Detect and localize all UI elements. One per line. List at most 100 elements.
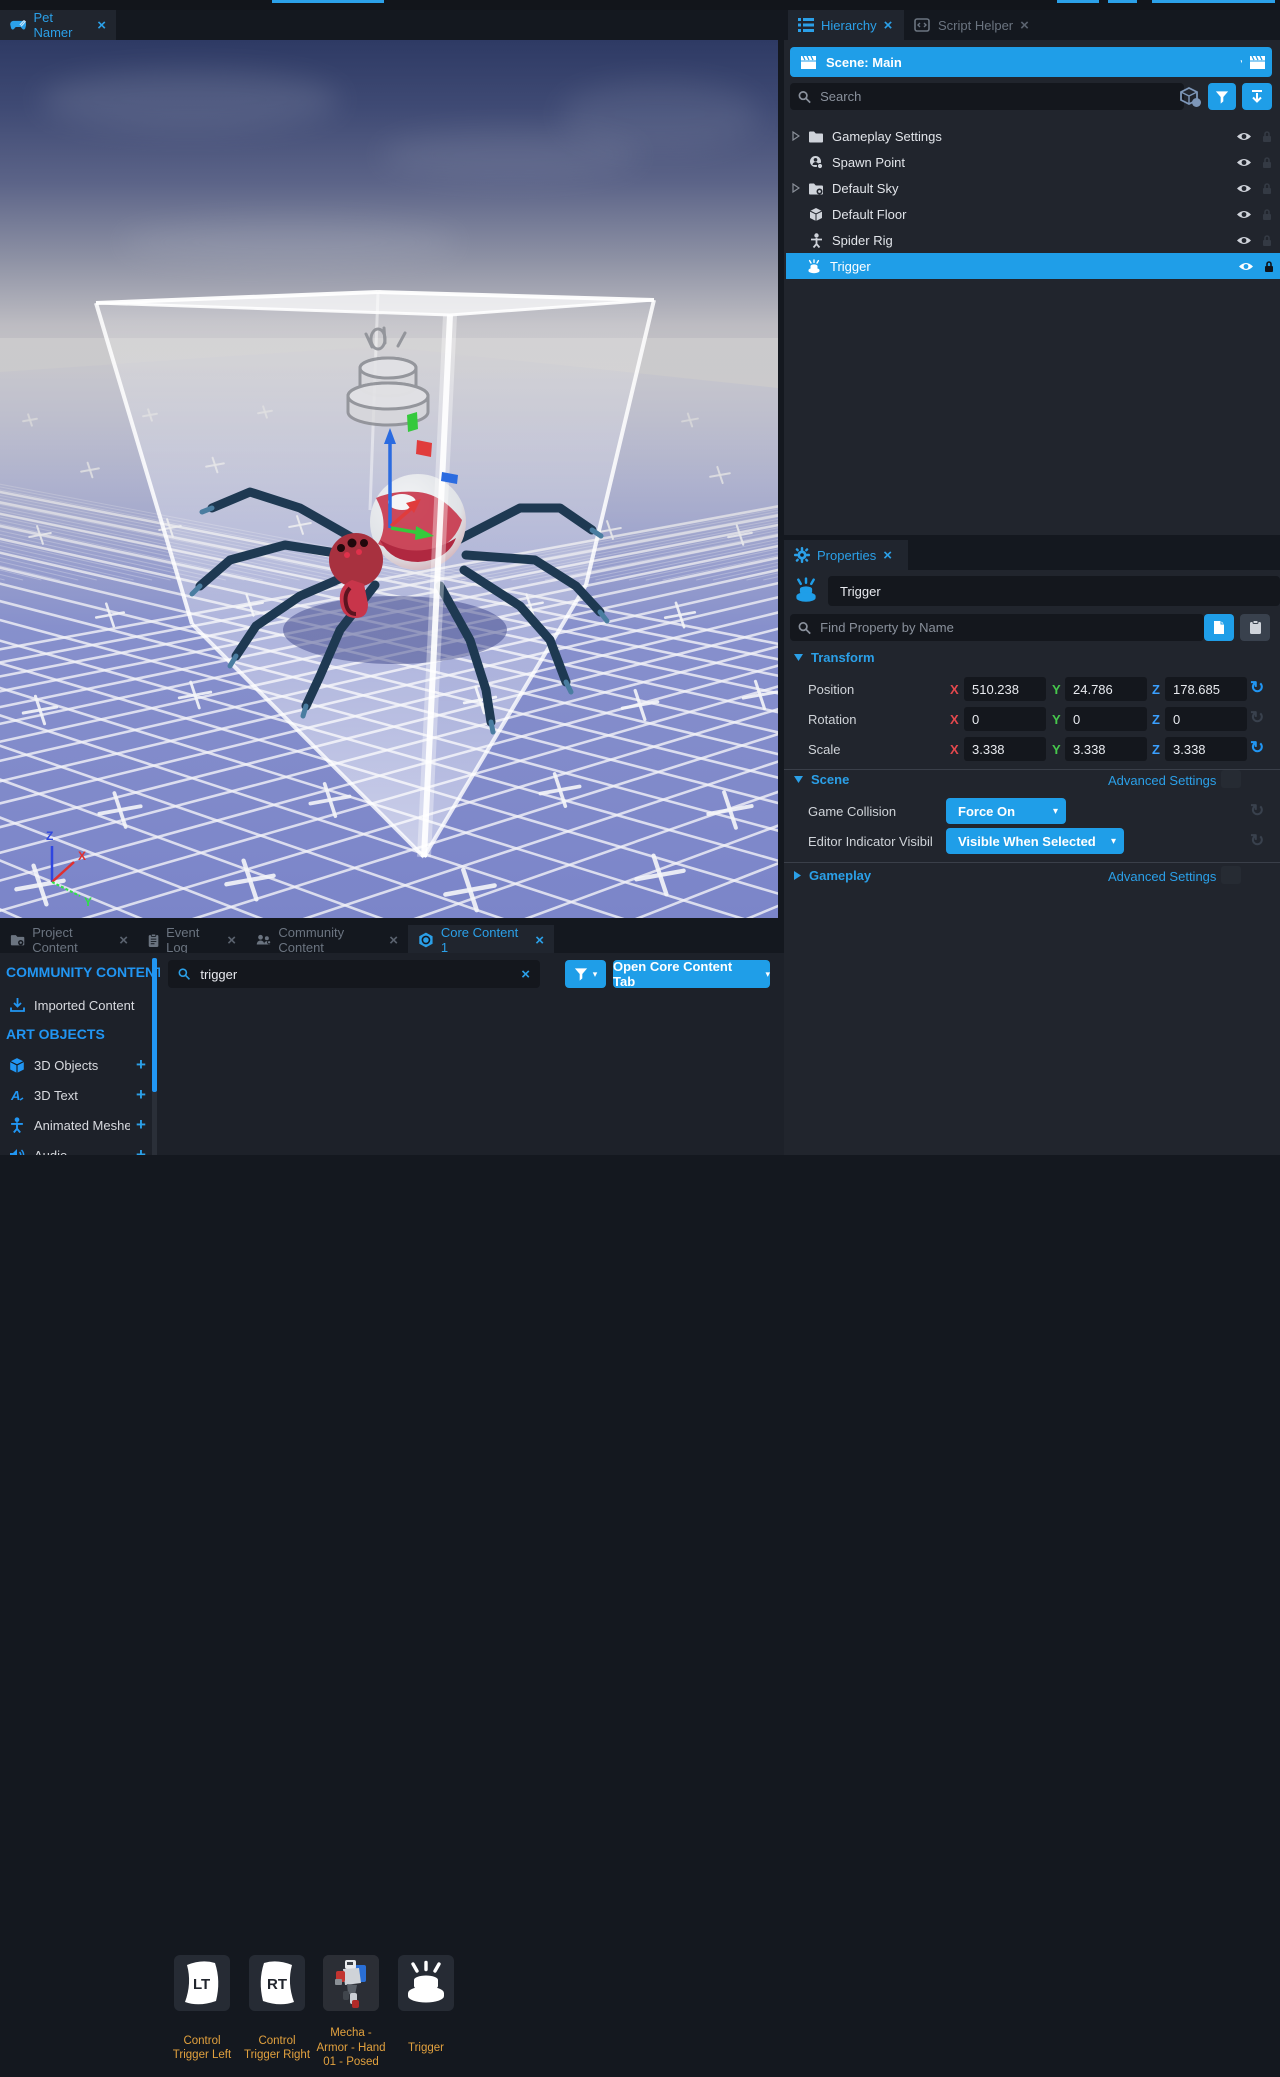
- position-y-field[interactable]: [1065, 677, 1147, 701]
- eye-icon[interactable]: [1234, 261, 1258, 272]
- tree-row-trigger[interactable]: Trigger: [786, 253, 1280, 279]
- sidebar-scrollbar[interactable]: [152, 958, 157, 1092]
- content-filter-button[interactable]: ▾: [565, 960, 606, 988]
- new-scene-button[interactable]: [1242, 47, 1272, 77]
- close-icon[interactable]: ×: [227, 933, 236, 948]
- paste-properties-button[interactable]: [1240, 614, 1270, 641]
- sidebar-item-3d-objects[interactable]: 3D Objects +: [0, 1051, 152, 1079]
- tab-event-log[interactable]: Event Log ×: [138, 925, 246, 955]
- position-z-field[interactable]: [1165, 677, 1247, 701]
- add-icon[interactable]: +: [130, 1055, 152, 1075]
- copy-properties-button[interactable]: [1204, 614, 1234, 641]
- scale-z-field[interactable]: [1165, 737, 1247, 761]
- reset-scale-button[interactable]: ↺: [1250, 738, 1264, 758]
- expand-arrow-icon[interactable]: [788, 131, 804, 141]
- filter-button[interactable]: [1208, 83, 1236, 110]
- add-icon[interactable]: +: [130, 1085, 152, 1105]
- find-property-search[interactable]: [790, 614, 1204, 641]
- tab-properties[interactable]: Properties ×: [784, 540, 908, 570]
- sidebar-item-3d-text[interactable]: A 3D Text +: [0, 1081, 152, 1109]
- sidebar-item-animated-meshes[interactable]: Animated Meshes +: [0, 1111, 152, 1139]
- eye-icon[interactable]: [1232, 209, 1256, 220]
- gear-icon: [794, 547, 810, 563]
- tab-project-content[interactable]: Project Content ×: [0, 925, 138, 955]
- expand-arrow-icon[interactable]: [788, 183, 804, 193]
- tab-label: Properties: [817, 548, 876, 563]
- lock-icon[interactable]: [1256, 156, 1278, 169]
- editor-indicator-dropdown[interactable]: Visible When Selected ▾: [946, 828, 1124, 854]
- sidebar-item-audio[interactable]: Audio +: [0, 1141, 152, 1155]
- core-hexagon-icon: [418, 932, 434, 948]
- scale-y-field[interactable]: [1065, 737, 1147, 761]
- rotation-y-field[interactable]: [1065, 707, 1147, 731]
- tab-community-content[interactable]: Community Content ×: [246, 925, 408, 955]
- lock-icon[interactable]: [1256, 182, 1278, 195]
- hierarchy-search-input[interactable]: [818, 88, 1176, 105]
- close-icon[interactable]: ×: [883, 548, 892, 563]
- add-icon[interactable]: +: [130, 1145, 152, 1155]
- scene-section-header[interactable]: Scene: [794, 772, 849, 787]
- tab-script-helper[interactable]: Script Helper ×: [904, 10, 1042, 40]
- tree-row-spawn-point[interactable]: Spawn Point: [788, 149, 1278, 175]
- tree-row-default-sky[interactable]: Default Sky: [788, 175, 1278, 201]
- tree-row-default-floor[interactable]: Default Floor: [788, 201, 1278, 227]
- asset-card-trigger[interactable]: [398, 1955, 454, 2011]
- clear-search-icon[interactable]: ×: [521, 966, 530, 983]
- lock-icon[interactable]: [1258, 260, 1280, 273]
- lock-icon[interactable]: [1256, 208, 1278, 221]
- tree-row-spider-rig[interactable]: Spider Rig: [788, 227, 1278, 253]
- eye-icon[interactable]: [1232, 183, 1256, 194]
- caret-down-icon: [794, 654, 803, 661]
- reset-rotation-button[interactable]: ↺: [1250, 708, 1264, 728]
- scene-dropdown[interactable]: Scene: Main ▾: [790, 47, 1256, 77]
- sidebar-item-imported-content[interactable]: Imported Content: [0, 991, 152, 1019]
- advanced-settings-checkbox[interactable]: [1221, 866, 1241, 884]
- tab-core-content[interactable]: Core Content 1 ×: [408, 925, 554, 955]
- add-icon[interactable]: +: [130, 1115, 152, 1135]
- scale-label: Scale: [808, 742, 841, 757]
- scene-viewport[interactable]: Z X Y: [0, 40, 778, 918]
- close-icon[interactable]: ×: [1020, 18, 1029, 33]
- scale-x-field[interactable]: [964, 737, 1046, 761]
- content-search-input[interactable]: [198, 966, 513, 983]
- content-search[interactable]: ×: [168, 960, 540, 988]
- object-name-field[interactable]: [828, 576, 1280, 606]
- find-property-input[interactable]: [818, 619, 1196, 636]
- gameplay-section-header[interactable]: Gameplay: [794, 868, 871, 883]
- asset-card-control-trigger-left[interactable]: LT: [174, 1955, 230, 2011]
- sidebar-section-art-objects: ART OBJECTS: [6, 1026, 105, 1042]
- asset-card-mecha-armor[interactable]: [323, 1955, 379, 2011]
- tab-pet-namer[interactable]: Pet Namer ×: [0, 10, 116, 40]
- lock-icon[interactable]: [1256, 130, 1278, 143]
- rotation-z-field[interactable]: [1165, 707, 1247, 731]
- close-icon[interactable]: ×: [97, 18, 106, 33]
- close-icon[interactable]: ×: [535, 933, 544, 948]
- tree-row-gameplay-settings[interactable]: Gameplay Settings: [788, 123, 1278, 149]
- open-core-content-button[interactable]: Open Core Content Tab ▾: [613, 960, 770, 988]
- tab-hierarchy[interactable]: Hierarchy ×: [788, 10, 904, 40]
- clipboard-icon: [1249, 620, 1262, 635]
- close-icon[interactable]: ×: [884, 18, 893, 33]
- sidebar-scrollbar-track[interactable]: [152, 1092, 157, 1155]
- audio-icon: [0, 1148, 34, 1155]
- folder-network-icon: [804, 182, 828, 195]
- group-select-icon[interactable]: [1178, 86, 1202, 113]
- reset-game-collision-button[interactable]: ↺: [1250, 801, 1264, 821]
- reset-editor-indicator-button[interactable]: ↺: [1250, 831, 1264, 851]
- eye-icon[interactable]: [1232, 157, 1256, 168]
- position-x-field[interactable]: [964, 677, 1046, 701]
- reset-position-button[interactable]: ↺: [1250, 678, 1264, 698]
- hierarchy-search[interactable]: [790, 83, 1184, 110]
- rotation-x-field[interactable]: [964, 707, 1046, 731]
- asset-card-control-trigger-right[interactable]: RT: [249, 1955, 305, 2011]
- transform-section-header[interactable]: Transform: [794, 650, 875, 665]
- close-icon[interactable]: ×: [389, 933, 398, 948]
- eye-icon[interactable]: [1232, 131, 1256, 142]
- advanced-settings-checkbox[interactable]: [1221, 770, 1241, 788]
- game-collision-dropdown[interactable]: Force On ▾: [946, 798, 1066, 824]
- lock-icon[interactable]: [1256, 234, 1278, 247]
- eye-icon[interactable]: [1232, 235, 1256, 246]
- collapse-all-button[interactable]: [1242, 83, 1272, 110]
- close-icon[interactable]: ×: [119, 933, 128, 948]
- tab-label: Hierarchy: [821, 18, 877, 33]
